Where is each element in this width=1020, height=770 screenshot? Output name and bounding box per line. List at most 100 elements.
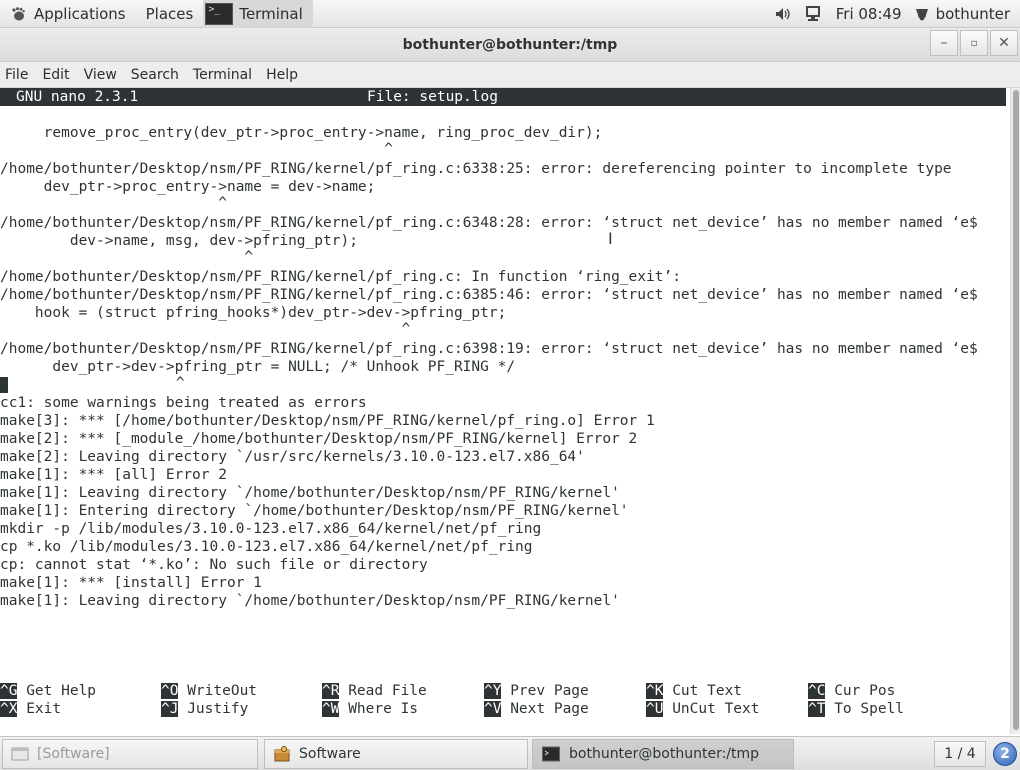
gnome-foot-icon — [12, 6, 25, 20]
shortcut-read-file[interactable]: ^R Read File — [322, 682, 427, 700]
terminal-line: make[3]: *** [/home/bothunter/Desktop/ns… — [0, 413, 655, 429]
shortcut-label: Get Help — [17, 683, 97, 699]
task-label: bothunter@bothunter:/tmp — [569, 746, 760, 762]
shortcut-uncut-text[interactable]: ^U UnCut Text — [646, 700, 760, 718]
terminal-line: cp: cannot stat ‘*.ko’: No such file or … — [0, 557, 428, 573]
clock[interactable]: Fri 08:49 — [828, 0, 910, 28]
terminal-area[interactable]: GNU nano 2.3.1 File: setup.log remove_pr… — [0, 88, 1010, 734]
terminal-line: /home/bothunter/Desktop/nsm/PF_RING/kern… — [0, 161, 952, 177]
menu-terminal[interactable]: Terminal — [186, 67, 259, 83]
applications-menu[interactable]: Applications — [0, 0, 136, 28]
shortcut-label: Cur Pos — [825, 683, 896, 699]
menubar: File Edit View Search Terminal Help — [0, 62, 1020, 88]
software-package-icon — [274, 746, 290, 762]
minimize-icon: – — [940, 35, 948, 51]
top-panel: Applications Places >_ Terminal Fri 08:4… — [0, 0, 1020, 28]
terminal-icon: >_ — [205, 2, 234, 25]
terminal-line: ^ — [0, 141, 393, 157]
shortcut-key: ^W — [322, 701, 340, 717]
shortcut-key: ^T — [808, 701, 826, 717]
shortcut-label: Next Page — [501, 701, 589, 717]
shortcut-key: ^O — [161, 683, 179, 699]
nano-title-bar: GNU nano 2.3.1 File: setup.log — [0, 88, 1006, 106]
pager-label: 1 / 4 — [944, 746, 976, 762]
shortcut-cur-pos[interactable]: ^C Cur Pos — [808, 682, 895, 700]
shortcut-key: ^R — [322, 683, 340, 699]
nano-version: GNU nano 2.3.1 — [16, 89, 139, 105]
task-software[interactable]: Software — [264, 739, 528, 769]
terminal-line: cp *.ko /lib/modules/3.10.0-123.el7.x86_… — [0, 539, 533, 555]
window-titlebar[interactable]: bothunter@bothunter:/tmp – ▫ ✕ — [0, 28, 1020, 62]
shortcut-key: ^K — [646, 683, 664, 699]
user-icon — [915, 8, 928, 20]
terminal-icon — [542, 746, 560, 762]
menu-view[interactable]: View — [77, 67, 124, 83]
terminal-line: ^ — [0, 249, 254, 265]
shortcut-cut-text[interactable]: ^K Cut Text — [646, 682, 742, 700]
menu-search[interactable]: Search — [124, 67, 186, 83]
terminal-line: ^ — [0, 321, 411, 337]
shortcut-key: ^V — [484, 701, 502, 717]
shortcut-writeout[interactable]: ^O WriteOut — [161, 682, 257, 700]
shortcut-label: Justify — [178, 701, 249, 717]
terminal-app-button[interactable]: >_ Terminal — [203, 0, 313, 28]
notification-badge[interactable]: 2 — [993, 742, 1017, 766]
text-cursor — [0, 377, 8, 393]
volume-icon[interactable] — [774, 5, 792, 23]
terminal-line: make[1]: Entering directory `/home/bothu… — [0, 503, 629, 519]
terminal-line: make[2]: Leaving directory `/usr/src/ker… — [0, 449, 585, 465]
workspace-pager[interactable]: 1 / 4 — [934, 741, 986, 767]
shortcut-key: ^X — [0, 701, 18, 717]
shortcut-next-page[interactable]: ^V Next Page — [484, 700, 589, 718]
network-icon[interactable] — [804, 5, 822, 23]
shortcut-justify[interactable]: ^J Justify — [161, 700, 248, 718]
menu-help[interactable]: Help — [259, 67, 305, 83]
notification-count: 2 — [1000, 746, 1010, 762]
terminal-app-label: Terminal — [239, 4, 303, 23]
window-icon — [11, 747, 29, 761]
maximize-button[interactable]: ▫ — [960, 30, 988, 56]
shortcut-key: ^U — [646, 701, 664, 717]
places-menu[interactable]: Places — [136, 0, 204, 28]
terminal-line: /home/bothunter/Desktop/nsm/PF_RING/kern… — [0, 341, 978, 357]
menu-file[interactable]: File — [0, 67, 35, 83]
shortcut-label: Prev Page — [501, 683, 589, 699]
terminal-line: mkdir -p /lib/modules/3.10.0-123.el7.x86… — [0, 521, 542, 537]
shortcut-label: Where Is — [339, 701, 419, 717]
shortcut-label: WriteOut — [178, 683, 258, 699]
close-button[interactable]: ✕ — [990, 30, 1018, 56]
task-software-minimized[interactable]: [Software] — [2, 739, 258, 769]
terminal-line: ^ — [0, 195, 227, 211]
shortcut-to-spell[interactable]: ^T To Spell — [808, 700, 904, 718]
terminal-line: /home/bothunter/Desktop/nsm/PF_RING/kern… — [0, 269, 681, 285]
terminal-line: /home/bothunter/Desktop/nsm/PF_RING/kern… — [0, 287, 978, 303]
terminal-line: make[2]: *** [_module_/home/bothunter/De… — [0, 431, 638, 447]
shortcut-key: ^G — [0, 683, 18, 699]
user-label: bothunter — [935, 4, 1010, 23]
user-menu[interactable]: bothunter — [910, 0, 1020, 28]
clock-label: Fri 08:49 — [835, 4, 902, 23]
task-terminal[interactable]: bothunter@bothunter:/tmp — [532, 739, 794, 769]
menu-edit[interactable]: Edit — [35, 67, 76, 83]
shortcut-where-is[interactable]: ^W Where Is — [322, 700, 418, 718]
terminal-scrollbar[interactable] — [1010, 88, 1020, 734]
bottom-taskbar: [Software] Software bothunter@bothunter:… — [0, 736, 1020, 770]
shortcut-label: Cut Text — [663, 683, 743, 699]
shortcut-label: To Spell — [825, 701, 905, 717]
close-icon: ✕ — [998, 35, 1010, 51]
terminal-line: make[1]: *** [install] Error 1 — [0, 575, 262, 591]
shortcut-key: ^J — [161, 701, 179, 717]
shortcut-prev-page[interactable]: ^Y Prev Page — [484, 682, 589, 700]
terminal-line: make[1]: Leaving directory `/home/bothun… — [0, 485, 620, 501]
window-title: bothunter@bothunter:/tmp — [402, 36, 618, 53]
scrollbar-thumb[interactable] — [1013, 90, 1019, 730]
task-label: Software — [299, 746, 361, 762]
shortcut-exit[interactable]: ^X Exit — [0, 700, 61, 718]
maximize-icon: ▫ — [970, 37, 978, 49]
applications-label: Applications — [34, 4, 126, 23]
shortcut-key: ^Y — [484, 683, 502, 699]
minimize-button[interactable]: – — [930, 30, 958, 56]
terminal-line: /home/bothunter/Desktop/nsm/PF_RING/kern… — [0, 215, 978, 231]
shortcut-get-help[interactable]: ^G Get Help — [0, 682, 96, 700]
shortcut-label: Read File — [339, 683, 427, 699]
